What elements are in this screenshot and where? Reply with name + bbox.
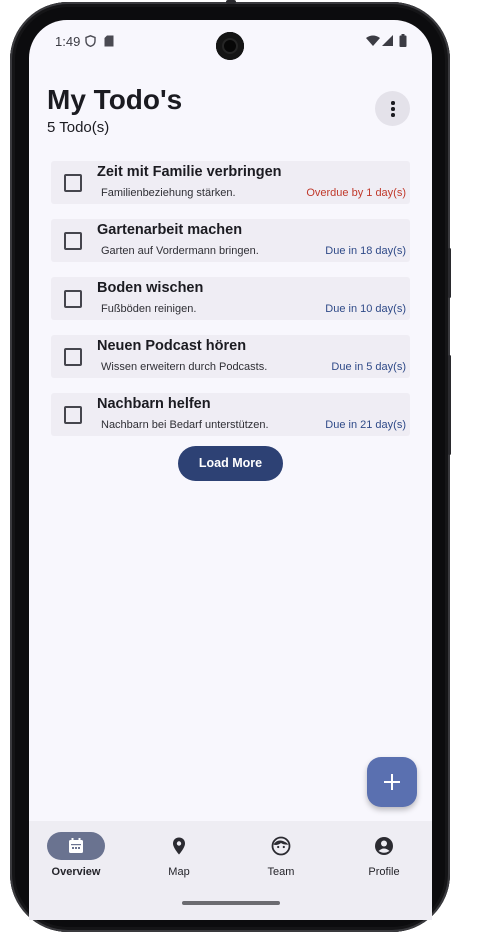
home-indicator[interactable] <box>182 901 280 905</box>
todo-checkbox[interactable] <box>64 232 82 250</box>
todo-description: Wissen erweitern durch Podcasts. <box>101 361 268 373</box>
signal-icon <box>382 35 393 46</box>
todo-due-status: Due in 5 day(s) <box>331 361 406 373</box>
todo-item[interactable]: Neuen Podcast hören Wissen erweitern dur… <box>51 335 410 378</box>
todo-description: Familienbeziehung stärken. <box>101 187 236 199</box>
nav-label: Profile <box>368 866 400 878</box>
todo-count: 5 Todo(s) <box>47 119 110 136</box>
nav-item-profile[interactable]: Profile <box>344 831 424 881</box>
add-todo-button[interactable] <box>367 757 417 807</box>
wifi-icon <box>366 35 380 46</box>
todo-list: Zeit mit Familie verbringen Familienbezi… <box>51 161 410 451</box>
nav-label: Team <box>267 866 295 878</box>
todo-due-status: Due in 21 day(s) <box>325 419 406 431</box>
sd-card-icon <box>104 35 114 47</box>
nav-item-overview[interactable]: Overview <box>36 831 116 881</box>
location-pin-icon <box>173 837 185 855</box>
account-circle-icon <box>375 837 393 855</box>
todo-due-status: Overdue by 1 day(s) <box>306 187 406 199</box>
todo-description: Nachbarn bei Bedarf unterstützen. <box>101 419 269 431</box>
overflow-menu-button[interactable] <box>375 91 410 126</box>
nav-item-map[interactable]: Map <box>139 831 219 881</box>
todo-title: Nachbarn helfen <box>97 396 211 412</box>
todo-item[interactable]: Boden wischen Fußböden reinigen. Due in … <box>51 277 410 320</box>
app-screen: 1:49 My Todo's 5 Todo(s) Zeit mit Famili… <box>29 20 432 920</box>
todo-title: Boden wischen <box>97 280 204 296</box>
nav-label: Overview <box>51 866 101 878</box>
todo-checkbox[interactable] <box>64 406 82 424</box>
calendar-icon <box>69 838 83 853</box>
power-button <box>448 248 451 298</box>
todo-title: Zeit mit Familie verbringen <box>97 164 282 180</box>
face-icon <box>271 836 291 856</box>
todo-checkbox[interactable] <box>64 290 82 308</box>
bottom-navigation: Overview Map Team Profile <box>29 821 432 920</box>
nav-label: Map <box>168 866 190 878</box>
todo-item[interactable]: Gartenarbeit machen Garten auf Vorderman… <box>51 219 410 262</box>
todo-due-status: Due in 18 day(s) <box>325 245 406 257</box>
todo-checkbox[interactable] <box>64 348 82 366</box>
volume-button <box>448 355 451 455</box>
todo-title: Neuen Podcast hören <box>97 338 247 354</box>
todo-description: Garten auf Vordermann bringen. <box>101 245 259 257</box>
todo-item[interactable]: Nachbarn helfen Nachbarn bei Bedarf unte… <box>51 393 410 436</box>
todo-description: Fußböden reinigen. <box>101 303 197 315</box>
load-more-button[interactable]: Load More <box>178 446 283 481</box>
nav-item-team[interactable]: Team <box>241 831 321 881</box>
page-title: My Todo's <box>47 84 183 115</box>
battery-icon <box>399 34 407 47</box>
top-button <box>226 0 236 4</box>
shield-icon <box>85 35 96 47</box>
todo-title: Gartenarbeit machen <box>97 222 243 238</box>
todo-due-status: Due in 10 day(s) <box>325 303 406 315</box>
status-time: 1:49 <box>55 34 81 49</box>
todo-item[interactable]: Zeit mit Familie verbringen Familienbezi… <box>51 161 410 204</box>
front-camera <box>216 32 244 60</box>
todo-checkbox[interactable] <box>64 174 82 192</box>
